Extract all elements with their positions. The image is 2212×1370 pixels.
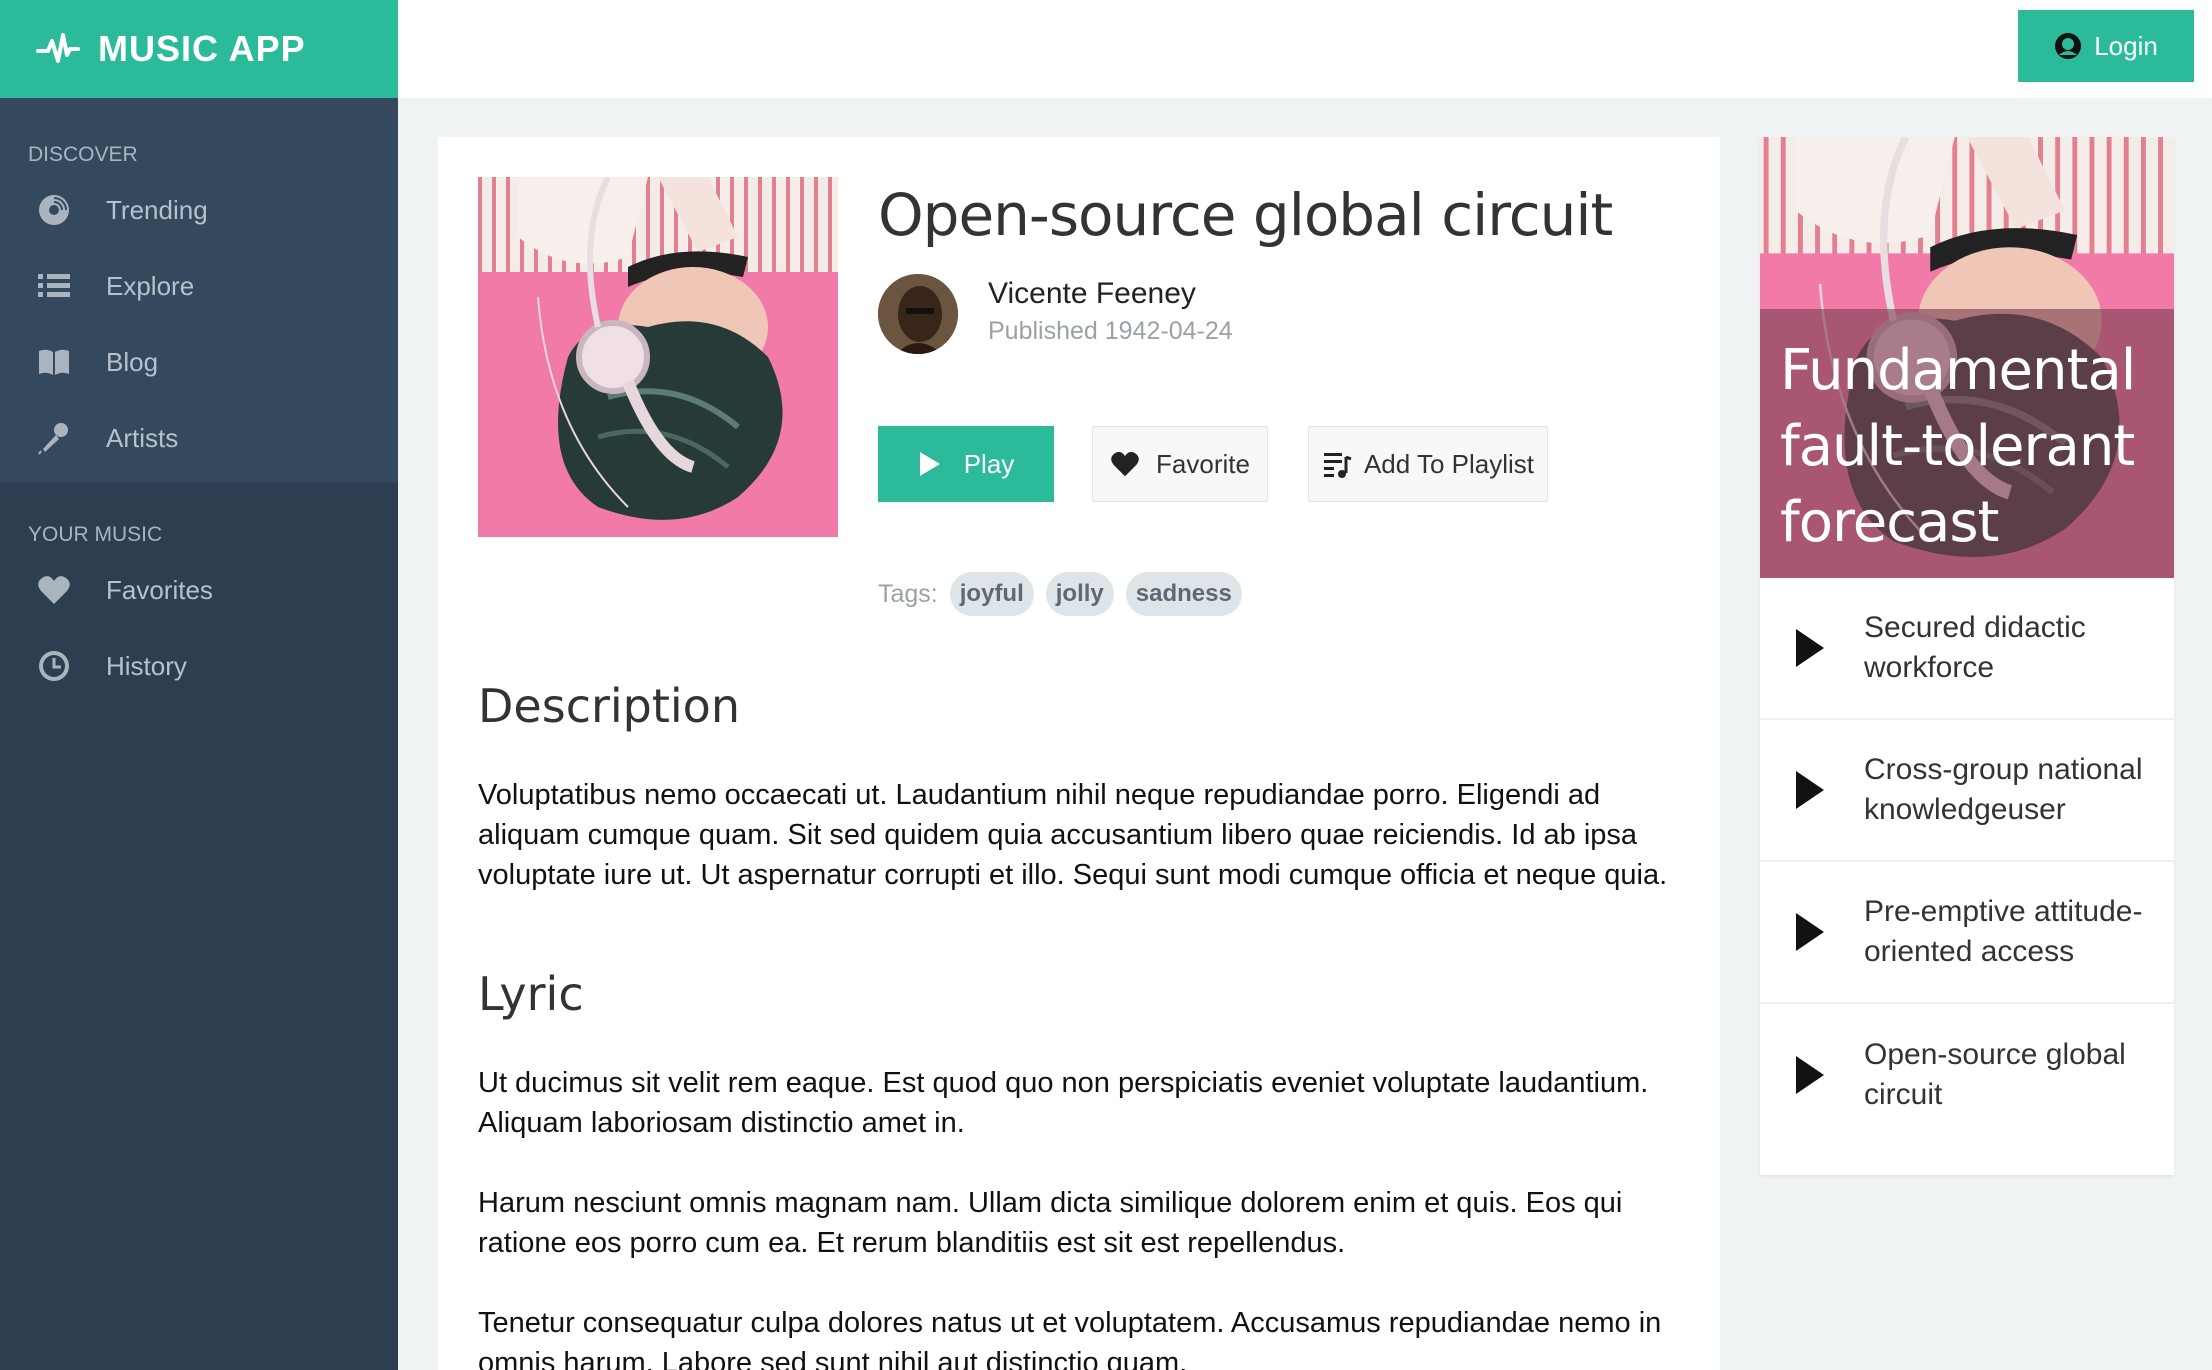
favorite-label: Favorite — [1156, 448, 1250, 479]
discover-label: DISCOVER — [28, 143, 138, 166]
your-music-label: YOUR MUSIC — [28, 523, 163, 546]
add-to-playlist-label: Add To Playlist — [1363, 448, 1535, 479]
play-label: Play — [963, 448, 1015, 479]
track-item[interactable]: Secured didactic workforce — [1760, 578, 2174, 720]
heart-icon — [1111, 451, 1139, 477]
featured-panel: Fundamental fault-tolerant forecast Secu… — [1760, 137, 2174, 1175]
play-icon — [1796, 913, 1824, 951]
track-name: Cross-group national knowledgeuser — [1864, 753, 2143, 826]
play-icon — [919, 452, 940, 476]
author-name[interactable]: Vicente Feeney — [988, 277, 1196, 311]
sidebar-item-favorites[interactable]: Favorites — [0, 552, 398, 628]
list-icon — [36, 268, 72, 304]
published-date: Published 1942-04-24 — [988, 317, 1233, 345]
sidebar-item-trending[interactable]: Trending — [0, 172, 398, 248]
brand-name: MUSIC APP — [98, 28, 306, 69]
sidebar-item-blog[interactable]: Blog — [0, 324, 398, 400]
brand[interactable]: MUSIC APP — [0, 0, 398, 98]
discover-section: DISCOVER Trending Explore Blog Artists — [0, 98, 398, 482]
clock-icon — [36, 648, 72, 684]
song-title: Open-source global circuit — [878, 181, 1613, 249]
track-item[interactable]: Cross-group national knowledgeuser — [1760, 720, 2174, 862]
sidebar-item-artists[interactable]: Artists — [0, 400, 398, 476]
featured-banner[interactable]: Fundamental fault-tolerant forecast — [1760, 137, 2174, 578]
song-detail-card: Open-source global circuit Vicente Feene… — [438, 137, 1720, 1370]
top-bar: Login — [398, 0, 2212, 98]
sidebar-item-label: Favorites — [106, 574, 213, 605]
sidebar: MUSIC APP DISCOVER Trending Explore Blog — [0, 0, 398, 1370]
sidebar-item-label: Trending — [106, 194, 208, 225]
description-heading: Description — [478, 679, 740, 733]
description-text: Voluptatibus nemo occaecati ut. Laudanti… — [478, 779, 1668, 891]
sidebar-item-label: Artists — [106, 422, 179, 453]
tag[interactable]: sadness — [1125, 572, 1242, 616]
track-name: Pre-emptive attitude-oriented access — [1864, 895, 2143, 968]
lyric-paragraph: Harum nesciunt omnis magnam nam. Ullam d… — [478, 1187, 1623, 1259]
add-to-playlist-button[interactable]: Add To Playlist — [1308, 426, 1548, 502]
sidebar-item-label: History — [106, 650, 187, 681]
track-name: Secured didactic workforce — [1864, 611, 2086, 684]
tags: Tags: joyful jolly sadness — [878, 572, 1254, 616]
tag[interactable]: joyful — [949, 572, 1034, 616]
user-icon — [2055, 33, 2082, 59]
favorite-button[interactable]: Favorite — [1092, 426, 1268, 502]
sidebar-item-explore[interactable]: Explore — [0, 248, 398, 324]
microphone-icon — [36, 420, 72, 456]
play-icon — [1796, 629, 1824, 667]
login-label: Login — [2094, 30, 2158, 61]
disc-icon — [36, 192, 72, 228]
lyric-paragraph: Tenetur consequatur culpa dolores natus … — [478, 1307, 1662, 1370]
lyric-paragraph: Ut ducimus sit velit rem eaque. Est quod… — [478, 1067, 1649, 1139]
heart-icon — [36, 572, 72, 608]
tags-label: Tags: — [878, 579, 938, 608]
pulse-icon — [36, 33, 80, 63]
sidebar-item-label: Explore — [106, 270, 195, 301]
cover-image — [478, 177, 838, 537]
featured-title: Fundamental fault-tolerant forecast — [1780, 338, 2136, 555]
track-item[interactable]: Open-source global circuit — [1760, 1004, 2174, 1146]
avatar[interactable] — [878, 274, 958, 354]
your-music-section: YOUR MUSIC Favorites History — [0, 482, 398, 704]
tag[interactable]: jolly — [1045, 572, 1114, 616]
play-icon — [1796, 771, 1824, 809]
playlist-add-icon — [1323, 453, 1352, 478]
sidebar-item-label: Blog — [106, 346, 159, 377]
login-button[interactable]: Login — [2018, 10, 2194, 82]
play-button[interactable]: Play — [878, 426, 1054, 502]
track-item[interactable]: Pre-emptive attitude-oriented access — [1760, 862, 2174, 1004]
lyric-heading: Lyric — [478, 967, 584, 1021]
track-name: Open-source global circuit — [1864, 1038, 2126, 1111]
play-icon — [1796, 1056, 1824, 1094]
book-icon — [36, 344, 72, 380]
sidebar-item-history[interactable]: History — [0, 628, 398, 704]
